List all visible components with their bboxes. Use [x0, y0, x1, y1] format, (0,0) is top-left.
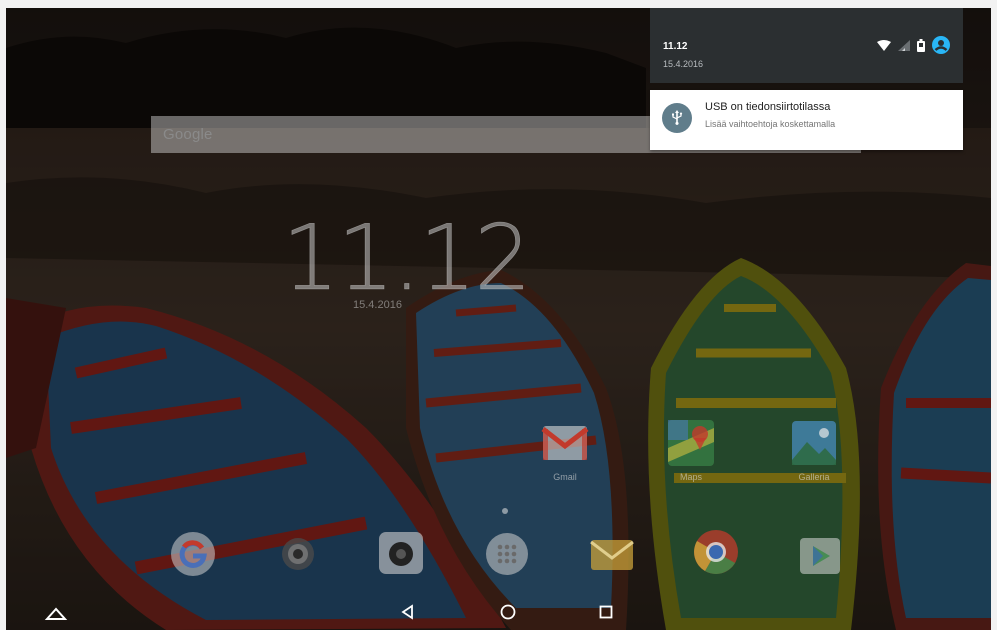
google-icon[interactable] [169, 530, 217, 578]
back-icon[interactable] [396, 600, 420, 624]
status-date[interactable]: 15.4.2016 [663, 59, 703, 69]
play-store-icon[interactable] [796, 530, 844, 578]
account-icon[interactable] [932, 36, 950, 54]
app-label: Maps [679, 472, 702, 482]
app-gmail[interactable]: Gmail [540, 418, 590, 482]
app-drawer-icon[interactable] [483, 530, 531, 578]
navigation-bar [6, 594, 991, 630]
gmail-icon [541, 426, 589, 460]
battery-icon [917, 38, 925, 52]
app-maps[interactable]: Maps [666, 418, 716, 482]
status-time: 11.12 [663, 41, 688, 52]
app-label: Gmail [553, 472, 577, 482]
page-indicator-dot [502, 508, 508, 514]
wifi-icon [877, 39, 891, 51]
camera-app-icon[interactable] [377, 528, 425, 576]
usb-icon [672, 110, 683, 125]
notification-subtitle: Lisää vaihtoehtoja koskettamalla [705, 119, 836, 129]
google-logo: Google [163, 126, 213, 143]
home-icon[interactable] [496, 600, 520, 624]
app-label: Galleria [798, 472, 830, 482]
usb-notification[interactable]: USB on tiedonsiirtotilassa Lisää vaihtoe… [650, 90, 963, 150]
status-icons [877, 36, 950, 54]
clock-widget-time[interactable]: 11.12 [282, 206, 532, 312]
notification-icon-circle [662, 103, 692, 133]
signal-icon [898, 39, 910, 51]
app-gallery[interactable]: Galleria [789, 418, 839, 482]
recents-icon[interactable] [594, 600, 618, 624]
home-up-icon[interactable] [44, 600, 68, 624]
maps-icon [668, 420, 714, 466]
notification-title: USB on tiedonsiirtotilassa [705, 101, 831, 113]
email-icon[interactable] [588, 530, 636, 578]
gallery-icon [792, 421, 836, 465]
clock-widget-date: 15.4.2016 [353, 299, 402, 311]
chrome-icon[interactable] [692, 528, 740, 576]
camera-icon[interactable] [274, 530, 322, 578]
tablet-screen: Google 11.12 15.4.2016 Gmail Maps Galler… [6, 8, 991, 630]
notification-shade-header[interactable]: 11.12 15.4.2016 [650, 8, 963, 83]
